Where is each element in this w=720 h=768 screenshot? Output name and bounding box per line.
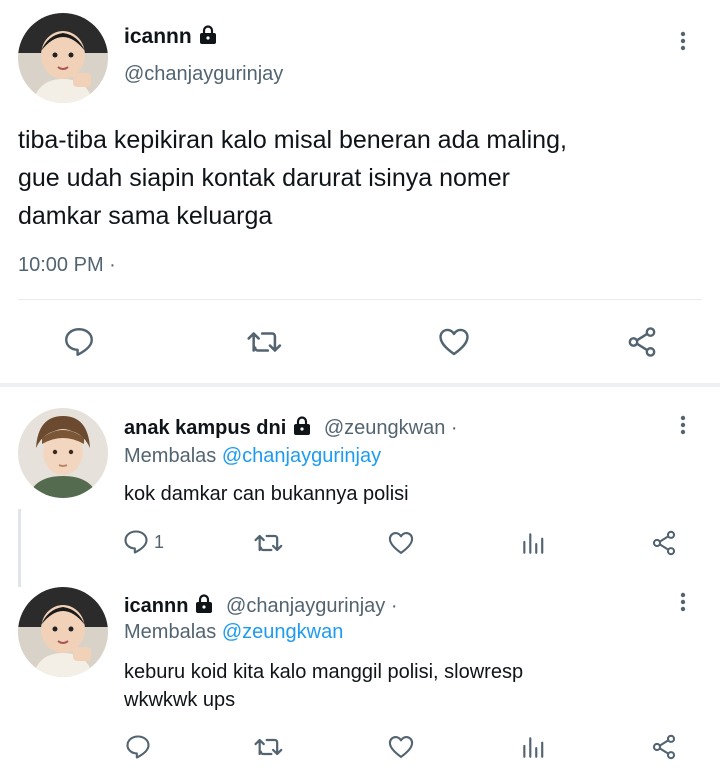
avatar-anak-kampus[interactable] — [18, 408, 108, 498]
share-button[interactable] — [650, 733, 678, 761]
reply-button[interactable] — [62, 325, 96, 359]
reply-text-line: wkwkwk ups — [124, 689, 236, 711]
replying-to: Membalas @zeungkwan — [124, 621, 343, 644]
reply-text: keburu koid kita kalo manggil polisi, sl… — [124, 658, 523, 714]
reply-icon — [126, 735, 150, 759]
more-options-icon[interactable] — [671, 29, 695, 53]
retweet-icon — [254, 534, 283, 552]
main-author-line: icannn — [124, 25, 218, 51]
retweet-icon — [254, 738, 283, 756]
tweet-timestamp[interactable]: 10:00 PM · — [18, 254, 116, 277]
more-options-icon[interactable] — [671, 590, 695, 614]
divider — [18, 299, 702, 300]
retweet-button[interactable] — [253, 529, 285, 557]
replying-to-link[interactable]: @zeungkwan — [222, 621, 343, 643]
tweet-text-line: damkar sama keluarga — [18, 202, 273, 230]
analytics-button[interactable] — [520, 733, 546, 761]
display-name[interactable]: anak kampus dni — [124, 417, 286, 439]
lock-icon — [198, 25, 218, 51]
reply2-author-line: icannn @chanjaygurinjay · — [124, 594, 398, 620]
display-name[interactable]: icannn — [124, 595, 188, 617]
lock-icon — [292, 416, 312, 442]
heart-icon — [388, 736, 414, 758]
avatar-icannn[interactable] — [18, 587, 108, 677]
replying-to: Membalas @chanjaygurinjay — [124, 445, 381, 468]
tweet-text-line: tiba-tiba kepikiran kalo misal beneran a… — [18, 126, 567, 154]
tweet-text-line: gue udah siapin kontak darurat isinya no… — [18, 164, 510, 192]
replying-prefix: Membalas — [124, 621, 217, 643]
tweet-text: tiba-tiba kepikiran kalo misal beneran a… — [18, 121, 567, 235]
retweet-button[interactable] — [253, 733, 285, 761]
main-handle[interactable]: @chanjaygurinjay — [124, 63, 283, 86]
share-icon — [652, 734, 676, 760]
thread-line — [17, 509, 21, 587]
reply-count: 1 — [154, 531, 165, 552]
reply-text: kok damkar can bukannya polisi — [124, 483, 409, 505]
reply-icon — [65, 328, 93, 356]
like-button[interactable] — [386, 733, 416, 761]
section-divider — [0, 383, 720, 387]
heart-icon — [439, 328, 469, 356]
lock-icon — [194, 594, 214, 620]
reply-icon — [124, 530, 148, 554]
reply-button[interactable] — [124, 733, 152, 761]
retweet-icon — [247, 332, 282, 352]
like-button[interactable] — [436, 325, 472, 359]
heart-icon — [388, 532, 414, 554]
reply-text-line: keburu koid kita kalo manggil polisi, sl… — [124, 661, 524, 683]
analytics-button[interactable] — [520, 529, 546, 557]
avatar-icannn[interactable] — [18, 13, 108, 103]
like-button[interactable] — [386, 529, 416, 557]
analytics-icon — [523, 737, 544, 758]
analytics-icon — [523, 533, 544, 554]
share-button[interactable] — [650, 529, 678, 557]
display-name[interactable]: icannn — [124, 25, 192, 48]
share-button[interactable] — [624, 325, 660, 359]
replying-to-link[interactable]: @chanjaygurinjay — [222, 445, 381, 467]
handle[interactable]: @zeungkwan · — [324, 417, 458, 439]
reply1-author-line: anak kampus dni @zeungkwan · — [124, 416, 458, 442]
share-icon — [652, 530, 676, 556]
handle[interactable]: @chanjaygurinjay · — [226, 595, 398, 617]
more-options-icon[interactable] — [671, 413, 695, 437]
share-icon — [628, 327, 656, 357]
retweet-button[interactable] — [246, 325, 284, 359]
replying-prefix: Membalas — [124, 445, 217, 467]
reply-button[interactable]: 1 — [122, 528, 164, 556]
